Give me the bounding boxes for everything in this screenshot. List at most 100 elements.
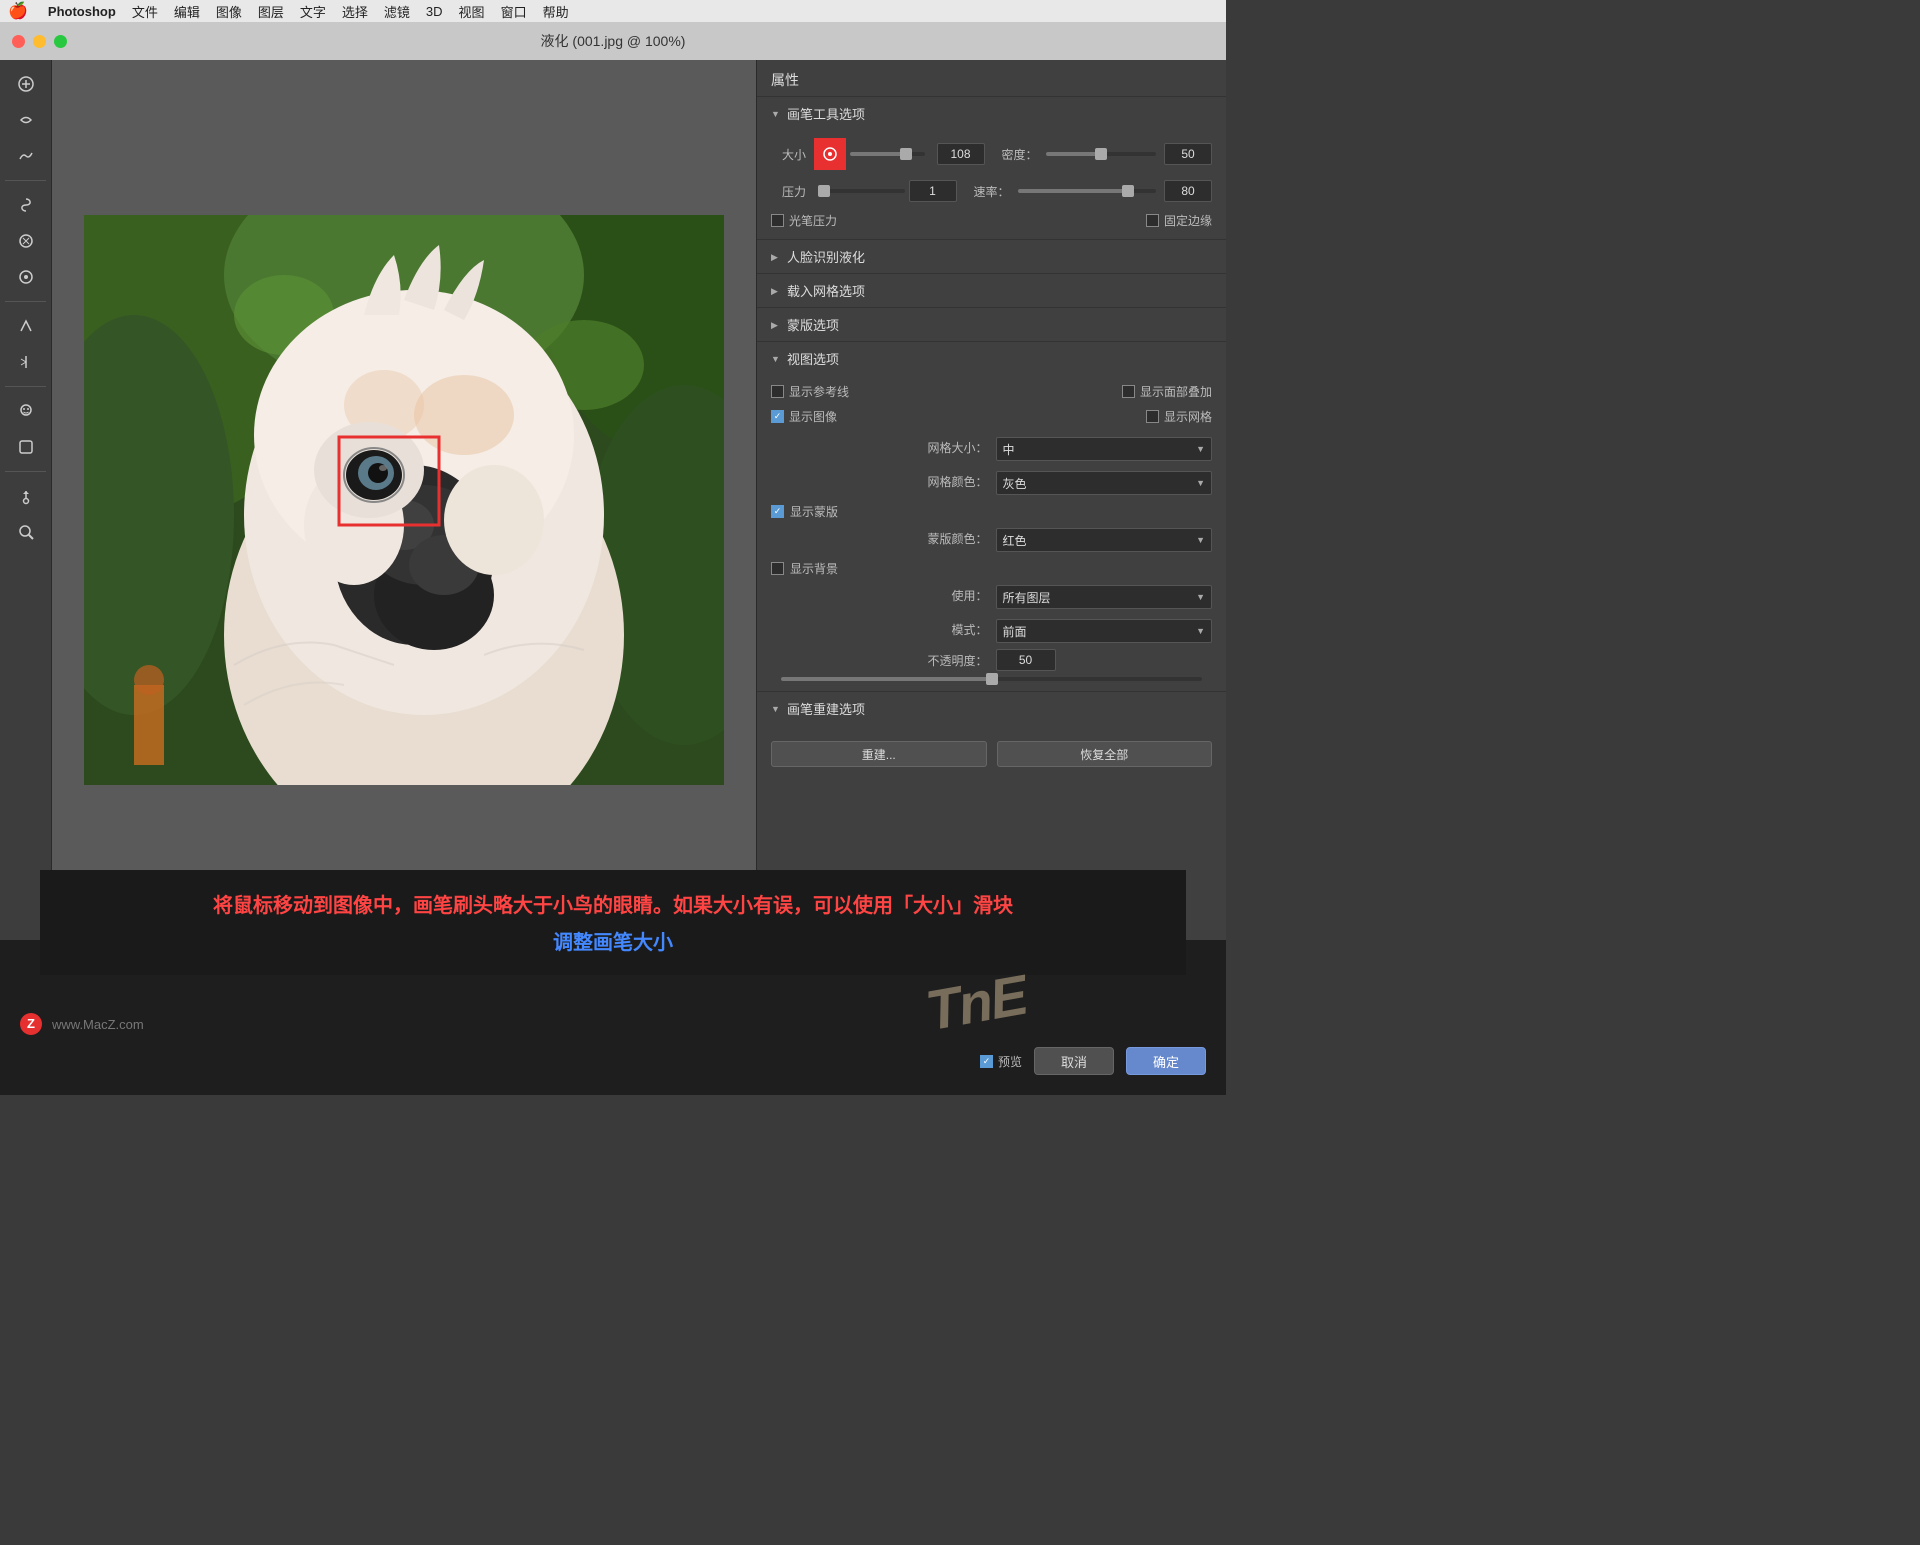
view-section-header[interactable]: ▼ 视图选项 [757, 342, 1226, 375]
fixed-edge-checkbox[interactable] [1146, 214, 1159, 227]
size-value[interactable] [937, 143, 985, 165]
tool-reconstruct[interactable] [10, 104, 42, 136]
menu-edit[interactable]: 编辑 [174, 2, 200, 21]
tool-divider-3 [5, 386, 46, 387]
tool-pucker[interactable] [10, 225, 42, 257]
menu-window[interactable]: 窗口 [501, 2, 527, 21]
brush-rebuild-section: ▼ 画笔重建选项 重建... 恢复全部 [757, 691, 1226, 777]
use-row: 使用： 所有图层 ▼ [771, 581, 1212, 609]
tool-move[interactable] [10, 480, 42, 512]
restore-all-button[interactable]: 恢复全部 [997, 741, 1213, 767]
grid-size-arrow: ▼ [1196, 444, 1205, 454]
opacity-slider[interactable] [781, 677, 1202, 681]
face-label: 人脸识别液化 [787, 247, 865, 266]
size-slider[interactable] [850, 152, 925, 156]
density-slider[interactable] [1046, 152, 1157, 156]
rebuild-button[interactable]: 重建... [771, 741, 987, 767]
show-bg-checkbox[interactable] [771, 562, 784, 575]
menu-layer[interactable]: 图层 [258, 2, 284, 21]
use-dropdown[interactable]: 所有图层 ▼ [996, 585, 1213, 609]
show-mask-checkbox[interactable]: ✓ [771, 505, 784, 518]
title-bar: 液化 (001.jpg @ 100%) [0, 22, 1226, 60]
speed-label: 速率： [965, 183, 1010, 200]
pressure-value[interactable] [909, 180, 957, 202]
tool-push-left[interactable] [10, 310, 42, 342]
minimize-button[interactable] [33, 35, 46, 48]
menu-filter[interactable]: 滤镜 [384, 2, 410, 21]
grid-size-value: 中 [1003, 441, 1015, 458]
tool-zoom[interactable] [10, 516, 42, 548]
opacity-value[interactable] [996, 649, 1056, 671]
pressure-slider[interactable] [818, 189, 905, 193]
brush-rebuild-label: 画笔重建选项 [787, 699, 865, 718]
brush-rebuild-arrow: ▼ [771, 704, 781, 714]
brush-size-icon[interactable] [814, 138, 846, 170]
cancel-button[interactable]: 取消 [1034, 1047, 1114, 1075]
tool-divider-1 [5, 180, 46, 181]
tool-face[interactable] [10, 395, 42, 427]
brush-section-header[interactable]: ▼ 画笔工具选项 [757, 97, 1226, 130]
rebuild-buttons: 重建... 恢复全部 [771, 741, 1212, 767]
load-mesh-header[interactable]: ▶ 载入网格选项 [757, 274, 1226, 307]
apple-menu[interactable]: 🍎 [8, 1, 28, 21]
view-section-content: 显示参考线 显示面部叠加 ✓ 显示图像 [757, 375, 1226, 691]
fixed-edge-checkbox-row: 固定边缘 [1146, 212, 1212, 229]
menu-text[interactable]: 文字 [300, 2, 326, 21]
grid-color-dropdown[interactable]: 灰色 ▼ [996, 471, 1213, 495]
preview-checkbox[interactable]: ✓ [980, 1055, 993, 1068]
tool-bloat[interactable] [10, 261, 42, 293]
show-guides-checkbox[interactable] [771, 385, 784, 398]
speed-value[interactable] [1164, 180, 1212, 202]
show-image-row: ✓ 显示图像 [771, 408, 837, 425]
mode-dropdown[interactable]: 前面 ▼ [996, 619, 1213, 643]
menu-image[interactable]: 图像 [216, 2, 242, 21]
show-grid-checkbox[interactable] [1146, 410, 1159, 423]
mode-arrow: ▼ [1196, 626, 1205, 636]
load-mesh-label: 载入网格选项 [787, 281, 865, 300]
mask-section-header[interactable]: ▶ 蒙版选项 [757, 308, 1226, 341]
brush-section: ▼ 画笔工具选项 大小 [757, 96, 1226, 239]
canvas-area[interactable] [52, 60, 756, 940]
show-face-overlay-checkbox[interactable] [1122, 385, 1135, 398]
menu-photoshop[interactable]: Photoshop [48, 4, 116, 19]
show-face-overlay-label: 显示面部叠加 [1140, 383, 1212, 400]
mask-color-value: 红色 [1003, 532, 1027, 549]
brush-rebuild-header[interactable]: ▼ 画笔重建选项 [757, 692, 1226, 725]
density-value[interactable] [1164, 143, 1212, 165]
tool-freeze[interactable] [10, 431, 42, 463]
tool-mirror[interactable] [10, 346, 42, 378]
stylus-checkbox[interactable] [771, 214, 784, 227]
density-label: 密度： [993, 146, 1038, 163]
show-image-checkbox[interactable]: ✓ [771, 410, 784, 423]
menu-help[interactable]: 帮助 [543, 2, 569, 21]
grid-color-row: 网格颜色： 灰色 ▼ [771, 467, 1212, 495]
close-button[interactable] [12, 35, 25, 48]
tool-smooth[interactable] [10, 140, 42, 172]
face-section-header[interactable]: ▶ 人脸识别液化 [757, 240, 1226, 273]
show-guides-label: 显示参考线 [789, 383, 849, 400]
mask-color-dropdown[interactable]: 红色 ▼ [996, 528, 1213, 552]
mask-color-label: 蒙版颜色： [771, 530, 988, 547]
menu-view[interactable]: 视图 [459, 2, 485, 21]
right-panel: 属性 ▼ 画笔工具选项 大小 [756, 60, 1226, 940]
maximize-button[interactable] [54, 35, 67, 48]
left-toolbar [0, 60, 52, 940]
watermark-text: www.MacZ.com [52, 1017, 144, 1032]
mask-section: ▶ 蒙版选项 [757, 307, 1226, 341]
instruction-line2: 调整画笔大小 [80, 926, 1146, 955]
menu-3d[interactable]: 3D [426, 4, 443, 19]
size-density-row: 大小 密度： [771, 138, 1212, 170]
grid-size-dropdown[interactable]: 中 ▼ [996, 437, 1213, 461]
confirm-button[interactable]: 确定 [1126, 1047, 1206, 1075]
tool-push[interactable] [10, 68, 42, 100]
main-content: 属性 ▼ 画笔工具选项 大小 [0, 60, 1226, 940]
brush-section-content: 大小 密度： [757, 130, 1226, 239]
speed-slider[interactable] [1018, 189, 1157, 193]
mask-color-arrow: ▼ [1196, 535, 1205, 545]
brush-section-label: 画笔工具选项 [787, 104, 865, 123]
mask-arrow: ▶ [771, 320, 781, 330]
menu-file[interactable]: 文件 [132, 2, 158, 21]
tool-twirl[interactable] [10, 189, 42, 221]
grid-size-label: 网格大小： [771, 439, 988, 456]
menu-select[interactable]: 选择 [342, 2, 368, 21]
